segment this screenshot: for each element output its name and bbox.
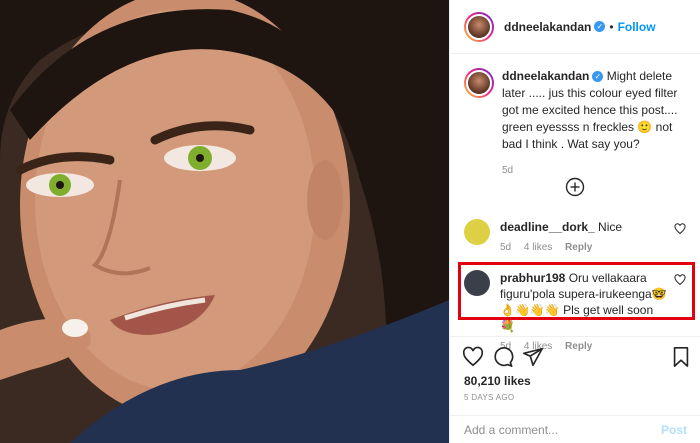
bookmark-icon[interactable] (670, 346, 692, 368)
post-caption: ddneelakandan ✓ Might delete later ..... … (464, 68, 694, 176)
separator-dot: • (609, 19, 614, 34)
caption-time: 5d (502, 165, 514, 176)
verified-icon: ✓ (592, 71, 604, 83)
author-username[interactable]: ddneelakandan (504, 20, 591, 34)
comment-likes[interactable]: 4 likes (524, 242, 552, 253)
post-date[interactable]: 5 DAYS AGO (464, 393, 514, 402)
post-actions: 80,210 likes 5 DAYS AGO (450, 336, 700, 406)
add-comment-bar: Add a comment... Post (450, 415, 700, 443)
likes-count[interactable]: 80,210 likes (464, 374, 531, 388)
author-avatar[interactable] (464, 11, 494, 42)
highlight-box (458, 262, 695, 320)
heart-icon[interactable] (674, 223, 686, 235)
share-icon[interactable] (522, 346, 544, 368)
comment-icon[interactable] (492, 346, 514, 368)
commenter-avatar[interactable] (464, 219, 490, 245)
comment-input[interactable]: Add a comment... (464, 423, 661, 437)
caption-username[interactable]: ddneelakandan (502, 69, 589, 83)
comment-time[interactable]: 5d (500, 242, 511, 253)
post-photo[interactable] (0, 0, 449, 443)
follow-button[interactable]: Follow (618, 20, 656, 34)
post-header: ddneelakandan ✓ • Follow (450, 0, 700, 54)
post-sidebar: ddneelakandan ✓ • Follow ddneelakandan ✓ … (449, 0, 700, 443)
caption-avatar[interactable] (464, 68, 494, 98)
comment-text: Nice (594, 220, 623, 234)
add-circle-icon[interactable] (565, 177, 585, 197)
selfie-image (0, 0, 449, 443)
verified-icon: ✓ (594, 21, 606, 32)
reply-button[interactable]: Reply (565, 242, 592, 253)
post-button[interactable]: Post (661, 423, 687, 437)
heart-icon[interactable] (462, 346, 484, 368)
commenter-username[interactable]: deadline__dork_ (500, 220, 595, 234)
comment-item: deadline__dork_ Nice 5d 4 likes Reply (464, 219, 694, 253)
